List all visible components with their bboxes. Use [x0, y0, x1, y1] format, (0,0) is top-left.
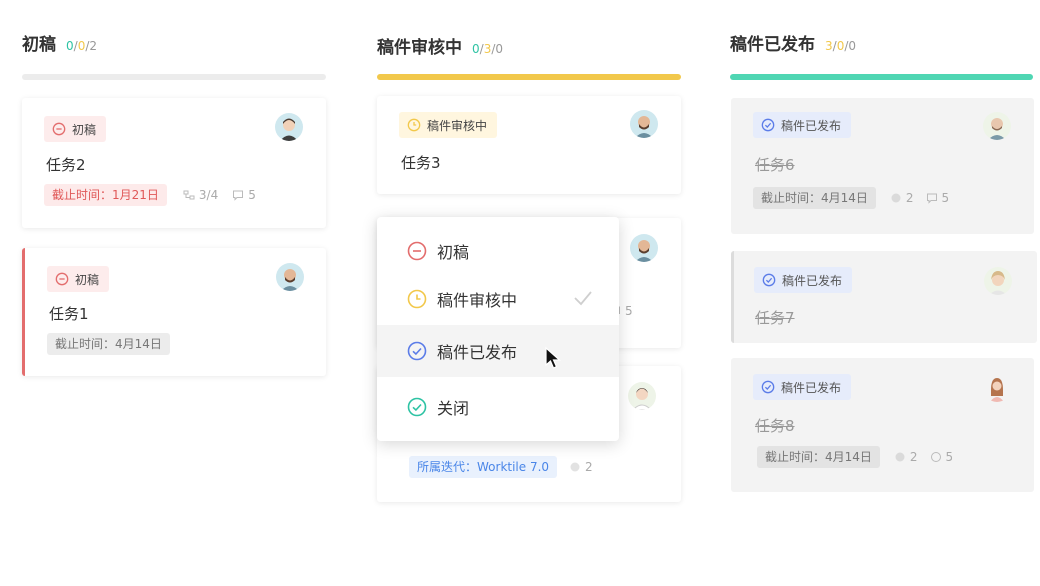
- due-date-badge[interactable]: 截止时间：1月21日: [44, 184, 167, 206]
- minus-circle-icon: [52, 122, 66, 136]
- status-tag-label: 稿件已发布: [782, 273, 843, 288]
- status-tag[interactable]: 稿件已发布: [754, 267, 853, 293]
- attachment-count: 2: [890, 191, 914, 205]
- mouse-cursor-icon: [544, 346, 562, 374]
- clock-circle-icon: [407, 289, 427, 309]
- task-meta: 截止时间：4月14日 2 5: [757, 446, 953, 468]
- dropdown-item-label: 初稿: [437, 243, 470, 262]
- subtask-icon: [183, 190, 195, 200]
- comment-count: 5: [232, 188, 256, 202]
- status-dropdown-menu: 初稿 稿件审核中 稿件已发布 关闭: [377, 217, 619, 441]
- status-tag[interactable]: 初稿: [47, 266, 110, 292]
- attachment-icon: [895, 452, 905, 462]
- column-title: 初稿: [22, 35, 56, 55]
- task-meta: 截止时间：4月14日 2 5: [753, 187, 949, 209]
- column-counts: 3/0/0: [825, 39, 857, 53]
- task-meta: 截止时间：4月14日: [47, 333, 170, 355]
- column-progress-bar: [22, 74, 326, 80]
- status-tag[interactable]: 稿件已发布: [753, 374, 852, 400]
- status-tag-label: 稿件已发布: [781, 380, 842, 395]
- status-tag[interactable]: 稿件审核中: [399, 112, 498, 138]
- due-date-badge[interactable]: 截止时间：4月14日: [757, 446, 880, 468]
- status-tag-label: 初稿: [72, 122, 97, 137]
- dropdown-item-closed[interactable]: 关闭: [377, 381, 619, 433]
- column-header: 稿件已发布 3/0/0: [730, 30, 856, 55]
- due-date-badge[interactable]: 截止时间：4月14日: [753, 187, 876, 209]
- iteration-badge[interactable]: 所属迭代：Worktile 7.0: [409, 456, 558, 478]
- avatar[interactable]: [983, 374, 1011, 402]
- status-tag-label: 稿件已发布: [781, 118, 842, 133]
- task-card[interactable]: 稿件审核中 任务3: [377, 96, 681, 194]
- task-title[interactable]: 任务3: [401, 152, 441, 173]
- avatar[interactable]: [630, 234, 658, 262]
- check-circle-icon: [761, 118, 775, 132]
- dropdown-item-label: 稿件审核中: [437, 291, 518, 310]
- checkmark-icon: [573, 289, 593, 311]
- due-date-badge[interactable]: 截止时间：4月14日: [47, 333, 170, 355]
- status-tag[interactable]: 稿件已发布: [753, 112, 852, 138]
- column-header: 初稿 0/0/2: [22, 30, 97, 55]
- status-tag[interactable]: 初稿: [44, 116, 107, 142]
- status-tag-label: 初稿: [75, 272, 100, 287]
- check-circle-icon: [762, 273, 776, 287]
- minus-circle-icon: [55, 272, 69, 286]
- column-counts: 0/3/0: [472, 42, 504, 56]
- avatar[interactable]: [275, 113, 303, 141]
- subtask-count: 3/4: [183, 188, 218, 202]
- avatar[interactable]: [983, 112, 1011, 140]
- status-tag-label: 稿件审核中: [427, 118, 488, 133]
- attachment-icon: [570, 462, 580, 472]
- check-circle-icon: [407, 397, 427, 417]
- task-title[interactable]: 任务7: [755, 307, 795, 328]
- comment-count: 5: [926, 191, 949, 205]
- task-card[interactable]: 初稿 任务1 截止时间：4月14日: [22, 248, 326, 376]
- column-header: 稿件审核中 0/3/0: [377, 33, 503, 58]
- check-circle-icon: [761, 380, 775, 394]
- avatar[interactable]: [628, 382, 656, 410]
- dropdown-item-draft[interactable]: 初稿: [377, 225, 619, 277]
- comment-icon: [926, 193, 937, 204]
- task-card[interactable]: 稿件已发布 任务8 截止时间：4月14日 2 5: [731, 358, 1034, 492]
- clock-circle-icon: [407, 118, 421, 132]
- column-progress-bar: [377, 74, 681, 80]
- task-card[interactable]: 稿件已发布 任务7: [731, 251, 1037, 343]
- dropdown-item-label: 关闭: [437, 399, 470, 418]
- avatar[interactable]: [630, 110, 658, 138]
- task-title[interactable]: 任务2: [46, 154, 86, 175]
- column-title: 稿件审核中: [377, 38, 462, 58]
- dropdown-item-published[interactable]: 稿件已发布: [377, 325, 619, 377]
- comment-icon: [233, 190, 244, 201]
- column-counts: 0/0/2: [66, 39, 98, 53]
- task-title[interactable]: 任务8: [755, 415, 795, 436]
- avatar[interactable]: [276, 263, 304, 291]
- dropdown-item-reviewing[interactable]: 稿件审核中: [377, 273, 619, 325]
- attachment-count: 2: [569, 460, 593, 474]
- task-title[interactable]: 任务6: [755, 154, 795, 175]
- task-meta: 截止时间：1月21日 3/4 5: [44, 184, 256, 206]
- check-circle-icon: [407, 341, 427, 361]
- attachment-count: 2: [894, 450, 918, 464]
- task-card[interactable]: 稿件已发布 任务6 截止时间：4月14日 2 5: [731, 98, 1034, 234]
- attachment-icon: [891, 193, 901, 203]
- task-card[interactable]: 初稿 任务2 截止时间：1月21日 3/4 5: [22, 98, 326, 228]
- column-progress-bar: [730, 74, 1033, 80]
- dropdown-item-label: 稿件已发布: [437, 343, 518, 362]
- comment-count: 5: [930, 450, 953, 464]
- task-title[interactable]: 任务1: [49, 303, 89, 324]
- task-meta: 所属迭代：Worktile 7.0 2: [409, 456, 593, 478]
- avatar[interactable]: [984, 267, 1012, 295]
- column-title: 稿件已发布: [730, 35, 815, 55]
- minus-circle-icon: [407, 241, 427, 261]
- comment-icon: [930, 452, 941, 462]
